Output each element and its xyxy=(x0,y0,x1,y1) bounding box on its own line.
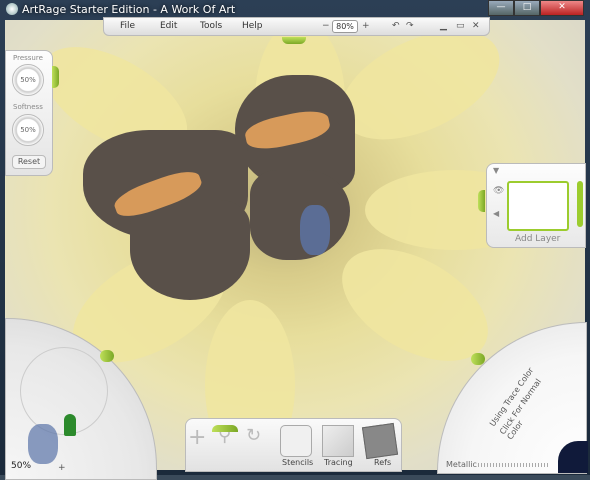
layers-collapse-tab[interactable] xyxy=(478,190,485,212)
window-title: ArtRage Starter Edition - A Work Of Art xyxy=(22,3,236,16)
rotate-icon[interactable]: ↻ xyxy=(246,425,276,455)
butterfly-marking xyxy=(300,205,330,255)
app-window: ArtRage Starter Edition - A Work Of Art … xyxy=(0,0,590,480)
panel-minimize-icon[interactable]: ▁ xyxy=(440,21,447,31)
minimize-button[interactable]: — xyxy=(488,0,514,16)
pressure-dial[interactable]: 50% xyxy=(12,64,44,96)
pressure-label: Pressure xyxy=(13,54,43,62)
close-button[interactable]: ✕ xyxy=(540,0,584,16)
zoom-level[interactable]: 80% xyxy=(332,20,358,33)
refs-pin-icon[interactable] xyxy=(361,422,399,460)
current-color-swatch[interactable] xyxy=(28,424,58,464)
layer-thumbnail[interactable] xyxy=(507,181,569,231)
settings-collapse-tab[interactable] xyxy=(52,66,59,88)
menu-file[interactable]: File xyxy=(120,21,135,31)
tracing-icon[interactable] xyxy=(322,425,354,457)
butterfly-wing xyxy=(130,200,250,300)
softness-label: Softness xyxy=(13,103,43,111)
app-icon xyxy=(6,3,18,15)
add-layer-button[interactable]: Add Layer xyxy=(515,234,560,244)
layer-options-icon[interactable]: ◀ xyxy=(493,209,499,218)
undo-icon[interactable]: ↶ xyxy=(392,21,400,31)
menu-collapse-tab[interactable] xyxy=(282,37,306,44)
panel-restore-icon[interactable]: ▭ xyxy=(456,21,465,31)
eye-icon[interactable]: 👁 xyxy=(493,186,504,196)
metallic-label: Metallic xyxy=(446,460,477,469)
stencils-icon[interactable] xyxy=(280,425,312,457)
panel-close-icon[interactable]: ✕ xyxy=(472,21,480,31)
current-color-preview[interactable] xyxy=(558,441,588,473)
tracing-label[interactable]: Tracing xyxy=(324,458,353,467)
redo-icon[interactable]: ↷ xyxy=(406,21,414,31)
tools-collapse-tab[interactable] xyxy=(100,350,114,362)
layer-menu-icon[interactable]: ▼ xyxy=(493,166,499,175)
reset-button[interactable]: Reset xyxy=(12,155,46,169)
menu-tools[interactable]: Tools xyxy=(200,21,222,31)
tool-size-plus-icon[interactable]: + xyxy=(58,463,66,473)
menu-help[interactable]: Help xyxy=(242,21,263,31)
color-collapse-tab[interactable] xyxy=(471,353,485,365)
stencils-label[interactable]: Stencils xyxy=(282,458,313,467)
felt-pen-icon[interactable] xyxy=(64,414,76,436)
layers-scrollbar[interactable] xyxy=(577,181,583,227)
metallic-slider[interactable] xyxy=(478,463,548,467)
softness-dial[interactable]: 50% xyxy=(12,114,44,146)
menu-edit[interactable]: Edit xyxy=(160,21,177,31)
zoom-in-button[interactable]: + xyxy=(362,21,370,31)
menu-bar: File Edit Tools Help − 80% + ↶ ↷ ▁ ▭ ✕ xyxy=(103,17,490,36)
zoom-out-button[interactable]: − xyxy=(322,21,330,31)
layers-panel: ▼ 👁 ◀ Add Layer xyxy=(486,163,586,248)
bottom-collapse-tab[interactable] xyxy=(212,425,238,432)
butterfly-wing xyxy=(250,170,350,260)
tool-zoom-level: 50% xyxy=(11,461,32,471)
refs-label[interactable]: Refs xyxy=(374,458,391,467)
maximize-button[interactable]: □ xyxy=(514,0,540,16)
tool-settings-panel: Pressure 50% Softness 50% Reset xyxy=(5,50,53,176)
